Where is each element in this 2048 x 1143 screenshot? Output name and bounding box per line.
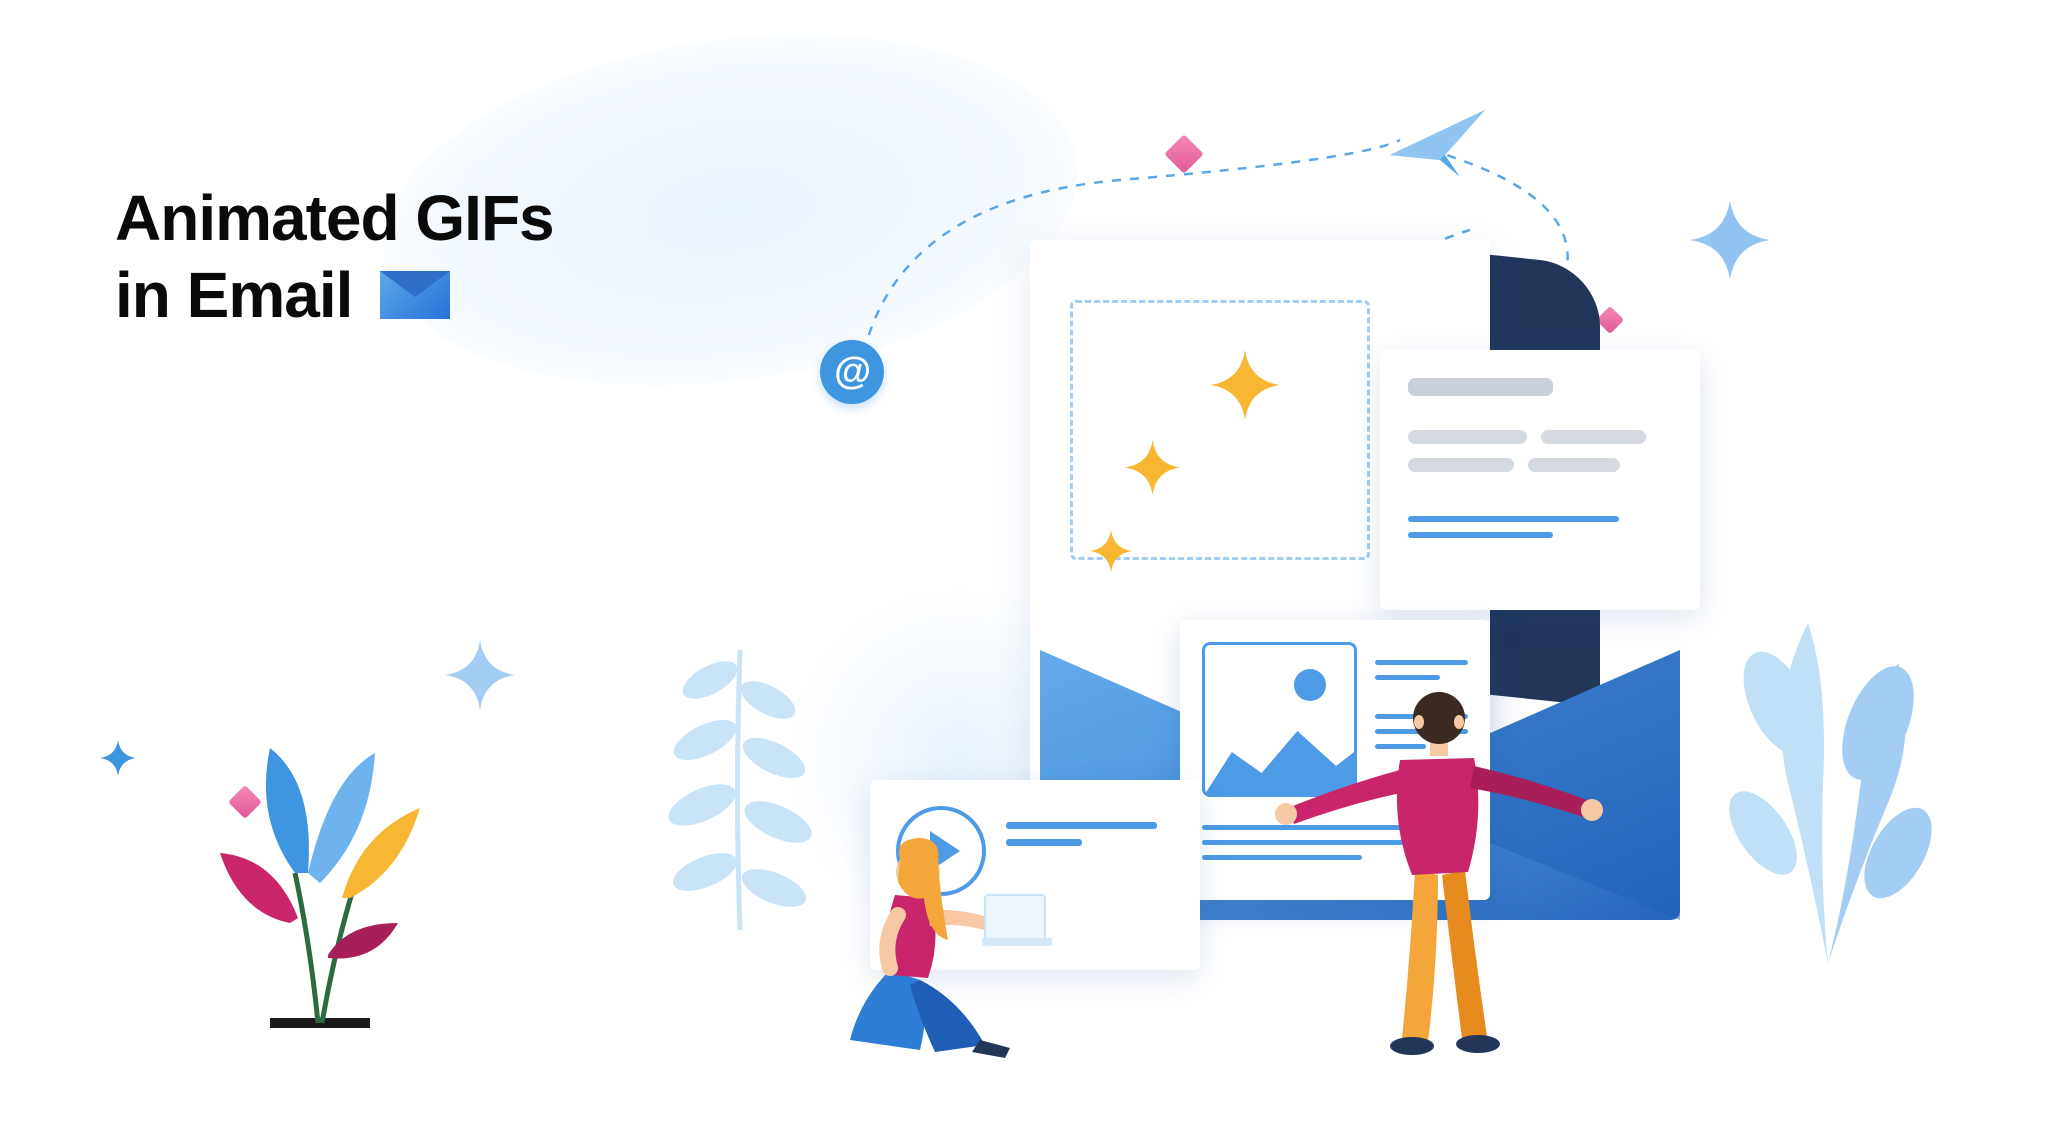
at-sign-badge: @ [820, 340, 884, 404]
illustration-canvas: Animated GIFs in Email @ [0, 0, 2048, 1143]
text-line-placeholder [1408, 378, 1553, 396]
text-line-placeholder [1408, 430, 1527, 444]
text-line-placeholder [1528, 458, 1620, 472]
envelope-icon [380, 271, 450, 319]
paper-plane-icon [1385, 105, 1495, 190]
person-man-standing [1260, 660, 1620, 1060]
text-line-placeholder [1541, 430, 1647, 444]
person-woman-kneeling [800, 800, 1060, 1060]
text-line-placeholder [1408, 458, 1514, 472]
text-content-card [1380, 350, 1700, 610]
title-line-1: Animated GIFs [115, 180, 554, 257]
dashed-placeholder-box [1070, 300, 1370, 560]
sparkle-icon [1210, 350, 1280, 425]
potted-plant-decoration [200, 723, 440, 1043]
page-title: Animated GIFs in Email [115, 180, 554, 334]
sparkle-icon [1090, 530, 1132, 577]
sparkle-icon [1125, 440, 1180, 500]
plant-decoration [1718, 583, 1938, 963]
sparkle-icon [445, 640, 515, 710]
title-line-2: in Email [115, 257, 352, 334]
sparkle-icon [100, 740, 136, 776]
divider-line [1408, 516, 1619, 522]
divider-line [1408, 532, 1553, 538]
